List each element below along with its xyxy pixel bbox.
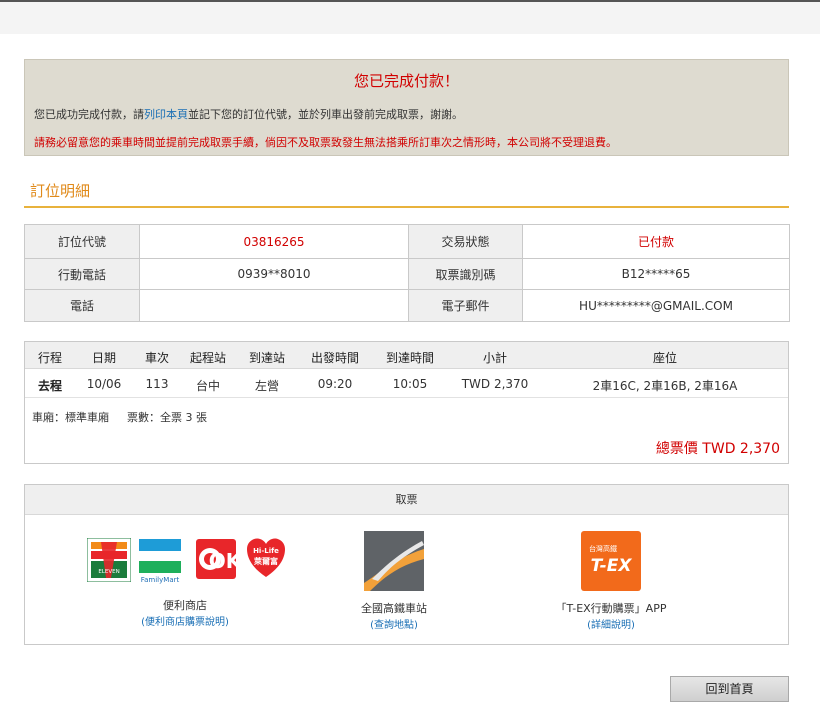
trip-note: 車廂：標準車廂 票數：全票 3 張 xyxy=(32,409,225,425)
table-row: 訂位代號 03816265 交易狀態 已付款 xyxy=(24,224,790,259)
print-page-link[interactable]: 列印本頁 xyxy=(144,108,188,121)
table-row: 電話 電子郵件 HU*********@GMAIL.COM xyxy=(24,289,790,322)
familymart-logo-text: FamilyMart xyxy=(141,576,180,584)
mobile-label: 行動電話 xyxy=(24,258,140,290)
thsr-station-icon xyxy=(364,531,424,591)
phone-label: 電話 xyxy=(24,289,140,322)
notice-message: 您已成功完成付款，請列印本頁並記下您的訂位代號，並於列車出發前完成取票，謝謝。 xyxy=(34,106,463,122)
ticket-id-label: 取票識別碼 xyxy=(408,258,523,290)
hi-life-logo: Hi-Life 萊爾富 xyxy=(247,538,285,577)
arrive-value: 10:05 xyxy=(392,377,428,391)
header-arrive: 到達時間 xyxy=(385,351,434,365)
header-subtotal: 小計 xyxy=(482,351,507,365)
car-type: 車廂：標準車廂 xyxy=(32,411,109,424)
ticket-pickup-panel: 取票 ELEVEN FamilyMart OK Hi-Life 萊爾富 便利商店… xyxy=(24,484,789,645)
ok-mart-logo: OK xyxy=(196,539,237,579)
table-row: 行動電話 0939**8010 取票識別碼 B12*****65 xyxy=(24,258,790,290)
email-value: HU*********@GMAIL.COM xyxy=(522,289,790,322)
booking-info-table: 訂位代號 03816265 交易狀態 已付款 行動電話 0939**8010 取… xyxy=(24,224,790,322)
header-to: 到達站 xyxy=(248,351,285,365)
convenience-store-guide-link[interactable]: (便利商店購票說明) xyxy=(115,613,255,628)
section-divider xyxy=(24,206,789,208)
hi-life-logo-text: Hi-Life xyxy=(253,547,279,555)
header-train: 車次 xyxy=(144,351,169,365)
trip-header-row: 行程 日期 車次 起程站 到達站 出發時間 到達時間 小計 座位 xyxy=(25,342,788,369)
hi-life-logo-chinese: 萊爾富 xyxy=(253,556,278,566)
subtotal-value: TWD 2,370 xyxy=(461,377,529,391)
depart-value: 09:20 xyxy=(317,377,353,391)
trip-details: 行程 日期 車次 起程站 到達站 出發時間 到達時間 小計 座位 去程 10/0… xyxy=(24,341,789,464)
status-value: 已付款 xyxy=(522,224,790,259)
header-seat: 座位 xyxy=(652,351,677,365)
header-date: 日期 xyxy=(91,351,116,365)
phone-value xyxy=(139,289,409,322)
from-value: 台中 xyxy=(195,379,220,393)
email-label: 電子郵件 xyxy=(408,289,523,322)
tex-app-icon: 台灣高鐵 T-EX xyxy=(581,531,641,591)
thsr-station-label: 全國高鐵車站 xyxy=(361,602,427,615)
tex-app-detail-link[interactable]: (詳細說明) xyxy=(571,616,651,631)
tex-app-icon-text: T-EX xyxy=(591,556,633,576)
pnr-value: 03816265 xyxy=(139,224,409,259)
status-label: 交易狀態 xyxy=(408,224,523,259)
row-divider xyxy=(25,397,788,398)
tex-app-icon-caption: 台灣高鐵 xyxy=(589,544,617,553)
ticket-count: 票數：全票 3 張 xyxy=(127,411,207,424)
header-leg: 行程 xyxy=(37,351,62,365)
convenience-store-label: 便利商店 xyxy=(163,599,207,612)
ok-mart-logo-text: OK xyxy=(209,549,237,573)
notice-warning: 請務必留意您的乘車時間並提前完成取票手續，倘因不及取票致發生無法搭乘所訂車次之情… xyxy=(34,136,617,149)
pickup-title: 取票 xyxy=(25,485,788,515)
seven-eleven-logo: ELEVEN xyxy=(87,538,131,582)
seven-eleven-logo-text: ELEVEN xyxy=(98,569,119,575)
payment-complete-notice: 您已完成付款！ 您已成功完成付款，請列印本頁並記下您的訂位代號，並於列車出發前完… xyxy=(24,59,789,156)
familymart-logo: FamilyMart xyxy=(139,539,181,584)
total-fare: 總票價 TWD 2,370 xyxy=(655,441,780,457)
pnr-label: 訂位代號 xyxy=(24,224,140,259)
train-value: 113 xyxy=(145,377,169,391)
header-depart: 出發時間 xyxy=(310,351,359,365)
notice-title: 您已完成付款！ xyxy=(353,72,459,90)
notice-message-after: 並記下您的訂位代號，並於列車出發前完成取票，謝謝。 xyxy=(188,108,463,121)
top-bar xyxy=(0,0,820,34)
section-title: 訂位明細 xyxy=(30,182,91,200)
ticket-id-value: B12*****65 xyxy=(522,258,790,290)
mobile-value: 0939**8010 xyxy=(139,258,409,290)
back-to-home-button[interactable]: 回到首頁 xyxy=(670,676,789,702)
date-value: 10/06 xyxy=(86,377,122,391)
tex-app-label: 「T-EX行動購票」APP xyxy=(555,602,667,615)
header-from: 起程站 xyxy=(189,351,226,365)
station-location-link[interactable]: (查詢地點) xyxy=(334,616,454,631)
notice-message-before: 您已成功完成付款，請 xyxy=(34,108,144,121)
to-value: 左營 xyxy=(254,379,279,393)
seat-value: 2車16C, 2車16B, 2車16A xyxy=(592,379,738,393)
leg-value: 去程 xyxy=(37,379,62,393)
